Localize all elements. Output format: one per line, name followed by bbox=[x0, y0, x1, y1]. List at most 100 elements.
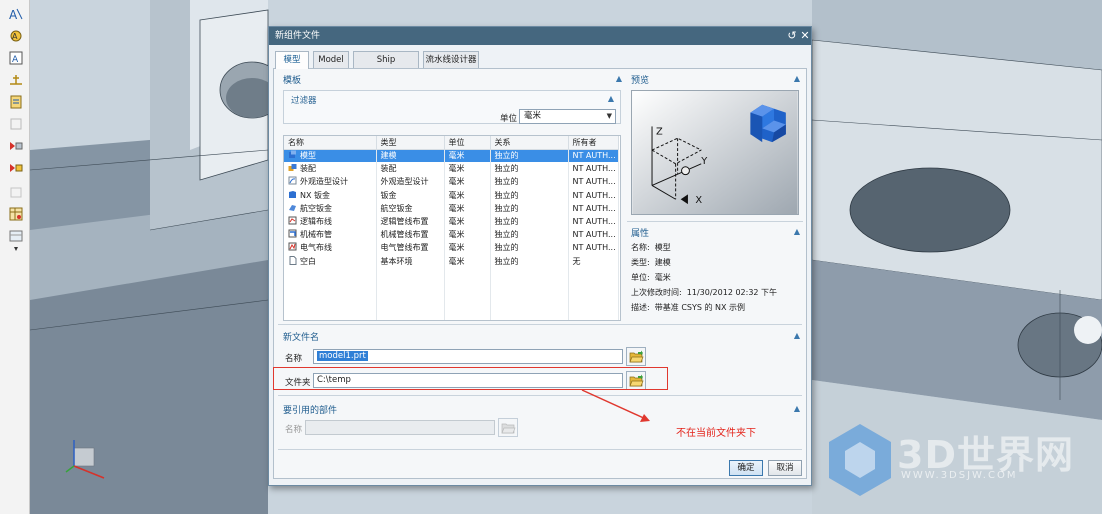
template-type-cell-text: 机械管线布置 bbox=[380, 230, 429, 240]
template-type-cell-text: 航空钣金 bbox=[380, 203, 413, 213]
watermark-logo-icon bbox=[829, 424, 891, 496]
template-unit-cell-text: 毫米 bbox=[448, 256, 465, 266]
open-folder-icon bbox=[501, 423, 516, 434]
template-relation-cell-text: 独立的 bbox=[494, 230, 519, 240]
template-relation-cell-text: 独立的 bbox=[494, 164, 519, 174]
table-row[interactable]: NX 钣金 钣金 毫米 独立的 NT AUTH... bbox=[284, 188, 619, 202]
template-relation-cell: 独立的 bbox=[490, 162, 569, 176]
column-header-name[interactable]: 名称 bbox=[284, 136, 377, 150]
play-yellow-icon[interactable] bbox=[8, 160, 24, 176]
svg-text:A: A bbox=[12, 32, 18, 41]
reset-icon[interactable]: ↺ bbox=[785, 28, 799, 44]
template-relation-cell: 独立的 bbox=[490, 149, 569, 163]
tab-line-designer[interactable]: 流水线设计器 bbox=[423, 51, 479, 68]
column-header-type[interactable]: 类型 bbox=[376, 136, 445, 150]
template-unit-cell: 毫米 bbox=[444, 254, 491, 268]
empty-cell bbox=[490, 280, 569, 295]
left-toolbar: A A A bbox=[0, 0, 30, 514]
close-icon[interactable]: ✕ bbox=[798, 28, 812, 44]
dimension-tool-icon[interactable]: A bbox=[8, 28, 24, 44]
unit-select-value: 毫米 bbox=[524, 111, 542, 121]
template-type-cell: 外观造型设计 bbox=[376, 175, 445, 189]
templates-collapse-icon[interactable]: ▲ bbox=[614, 74, 624, 84]
empty-cell bbox=[376, 280, 445, 295]
column-header-relation[interactable]: 关系 bbox=[490, 136, 569, 150]
referenced-divider bbox=[278, 395, 802, 396]
empty-cell bbox=[568, 307, 619, 320]
template-type-cell-text: 建模 bbox=[380, 151, 397, 161]
template-relation-cell-text: 独立的 bbox=[494, 256, 519, 266]
column-header-unit[interactable]: 单位 bbox=[444, 136, 491, 150]
template-name-cell-text: 机械布管 bbox=[300, 230, 332, 240]
new-file-name-value: model1.prt bbox=[317, 351, 368, 361]
properties-collapse-icon[interactable]: ▲ bbox=[792, 227, 802, 237]
tab-model-en[interactable]: Model bbox=[313, 51, 349, 68]
empty-cell bbox=[444, 294, 491, 308]
template-type-cell-text: 基本环境 bbox=[380, 256, 413, 266]
properties-divider bbox=[627, 221, 803, 222]
template-unit-cell-text: 毫米 bbox=[448, 190, 465, 200]
dialog-titlebar[interactable]: 新组件文件 bbox=[269, 27, 811, 45]
referenced-name-input bbox=[305, 420, 495, 435]
template-owner-cell-text: NT AUTH... bbox=[572, 203, 616, 213]
filter-title: 过滤器 bbox=[291, 96, 317, 106]
text-box-icon[interactable]: A bbox=[8, 50, 24, 66]
dialog-title: 新组件文件 bbox=[275, 31, 321, 41]
preview-image: Z Y X bbox=[631, 90, 799, 215]
table-row[interactable]: 装配 装配 毫米 独立的 NT AUTH... bbox=[284, 162, 619, 176]
cancel-button[interactable]: 取消 bbox=[768, 460, 802, 476]
unit-select[interactable]: 毫米 ▼ bbox=[519, 109, 616, 124]
table-row[interactable]: 空白 基本环境 毫米 独立的 无 bbox=[284, 254, 619, 268]
empty-cell bbox=[490, 294, 569, 308]
property-modified-value: 11/30/2012 02:32 下午 bbox=[686, 288, 778, 297]
template-owner-cell: NT AUTH... bbox=[568, 175, 619, 189]
view-icon[interactable] bbox=[8, 228, 24, 244]
template-owner-cell-text: NT AUTH... bbox=[572, 243, 616, 253]
tab-model-cn[interactable]: 模型 bbox=[275, 51, 309, 69]
preview-collapse-icon[interactable]: ▲ bbox=[792, 74, 802, 84]
more-tools-icon[interactable] bbox=[8, 246, 24, 252]
annotation-arrow bbox=[581, 389, 650, 422]
template-owner-cell-text: NT AUTH... bbox=[572, 151, 616, 161]
weld-symbol-icon[interactable] bbox=[8, 72, 24, 88]
table-row[interactable]: 逻辑布线 逻辑管线布置 毫米 独立的 NT AUTH... bbox=[284, 214, 619, 229]
template-name-cell: 电气布线 bbox=[284, 241, 377, 255]
annotation-tool-icon[interactable]: A bbox=[8, 6, 24, 22]
tab-ship-structures[interactable]: Ship Structures bbox=[353, 51, 419, 81]
sheet-metal-icon bbox=[288, 190, 300, 200]
property-unit: 单位: 毫米 bbox=[631, 272, 671, 283]
table-icon[interactable] bbox=[8, 206, 24, 222]
template-type-cell: 电气管线布置 bbox=[376, 241, 445, 255]
axis-z-label: Z bbox=[656, 126, 663, 137]
empty-cell bbox=[490, 267, 569, 281]
template-type-cell: 钣金 bbox=[376, 188, 445, 202]
sheet-icon[interactable] bbox=[8, 94, 24, 110]
play-red-icon[interactable] bbox=[8, 138, 24, 154]
template-name-cell: 装配 bbox=[284, 162, 377, 176]
column-header-owner[interactable]: 所有者 bbox=[568, 136, 619, 150]
template-type-cell: 逻辑管线布置 bbox=[376, 214, 445, 229]
axis-x-label: X bbox=[695, 195, 702, 206]
empty-cell bbox=[284, 307, 377, 320]
ok-button[interactable]: 确定 bbox=[729, 460, 763, 476]
template-table: 名称 类型 单位 关系 所有者 模型 建模 毫米 独立的 NT AUTH... 装配 装配毫… bbox=[283, 135, 621, 321]
property-modified: 上次修改时间: 11/30/2012 02:32 下午 bbox=[631, 287, 777, 298]
template-name-cell-text: 空白 bbox=[300, 256, 316, 266]
template-name-cell: 航空钣金 bbox=[284, 201, 377, 215]
table-row[interactable]: 航空钣金 航空钣金 毫米 独立的 NT AUTH... bbox=[284, 201, 619, 215]
referenced-name-label: 名称 bbox=[285, 425, 303, 435]
empty-row bbox=[284, 267, 619, 281]
new-file-name-label: 名称 bbox=[285, 354, 303, 364]
table-row[interactable]: 机械布管 机械管线布置 毫米 独立的 NT AUTH... bbox=[284, 228, 619, 242]
table-row[interactable]: 外观造型设计 外观造型设计 毫米 独立的 NT AUTH... bbox=[284, 175, 619, 189]
table-row[interactable]: 模型 建模 毫米 独立的 NT AUTH... bbox=[284, 149, 619, 163]
filter-collapse-icon[interactable]: ▲ bbox=[606, 94, 616, 104]
open-folder-icon bbox=[629, 350, 644, 363]
empty-cell bbox=[444, 267, 491, 281]
browse-name-button[interactable] bbox=[626, 347, 646, 366]
new-file-collapse-icon[interactable]: ▲ bbox=[792, 331, 802, 341]
table-row[interactable]: 电气布线 电气管线布置 毫米 独立的 NT AUTH... bbox=[284, 241, 619, 255]
template-owner-cell: NT AUTH... bbox=[568, 188, 619, 202]
new-file-name-input[interactable]: model1.prt bbox=[313, 349, 623, 364]
referenced-collapse-icon[interactable]: ▲ bbox=[792, 404, 802, 414]
